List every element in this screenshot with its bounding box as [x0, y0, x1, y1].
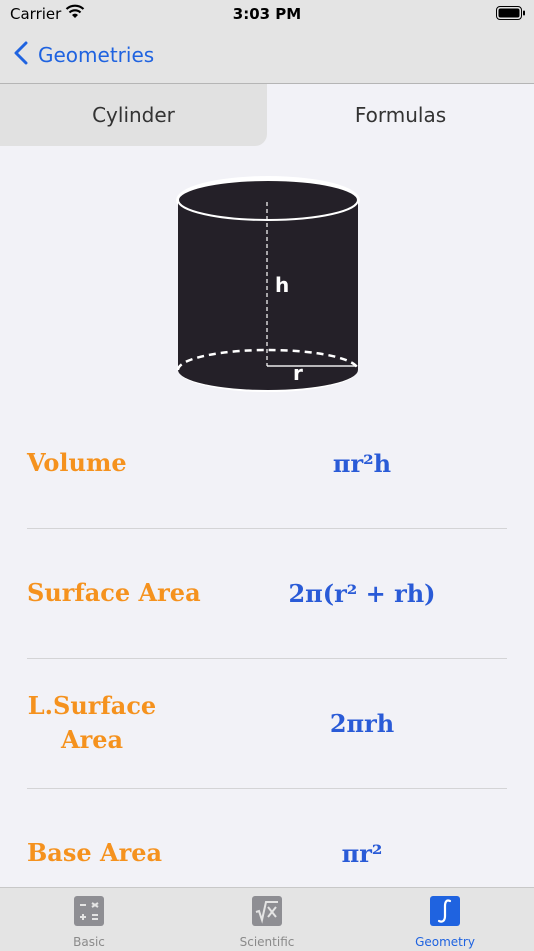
formula-expression: 2π(r² + rh)	[288, 578, 436, 608]
tab-bar: Basic Scientific Geometry	[0, 887, 534, 951]
status-bar: Carrier 3:03 PM	[0, 0, 534, 30]
tab-scientific[interactable]: Scientific	[178, 888, 356, 951]
tab-label: Basic	[73, 935, 105, 949]
cylinder-diagram: h r	[170, 170, 366, 398]
tab-formulas[interactable]: Formulas	[267, 84, 534, 146]
formula-row-surface-area: Surface Area 2π(r² + rh)	[27, 528, 507, 659]
segment-control: Cylinder Formulas	[0, 84, 534, 146]
formula-label: L.Surface Area	[27, 691, 157, 754]
formula-expression: 2πrh	[329, 708, 395, 738]
chevron-left-icon	[14, 41, 38, 70]
battery-icon	[496, 6, 526, 25]
tab-basic[interactable]: Basic	[0, 888, 178, 951]
tab-geometry[interactable]: Geometry	[356, 888, 534, 951]
navigation-bar: Geometries	[0, 30, 534, 84]
radius-label: r	[293, 361, 303, 385]
height-label: h	[275, 273, 289, 297]
tab-cylinder[interactable]: Cylinder	[0, 84, 267, 146]
clock: 3:03 PM	[232, 5, 302, 23]
calculator-icon	[74, 896, 104, 926]
formula-label: Volume	[27, 448, 127, 477]
integral-icon	[430, 896, 460, 926]
formula-expression: πr²h	[332, 448, 392, 478]
formula-row-lateral-surface-area: L.Surface Area 2πrh	[27, 658, 507, 789]
formula-row-volume: Volume πr²h	[27, 398, 507, 529]
formula-label: Surface Area	[27, 578, 201, 607]
back-button-label: Geometries	[38, 43, 155, 67]
tab-label: Scientific	[239, 935, 295, 949]
back-button[interactable]: Geometries	[14, 40, 154, 70]
tab-label: Geometry	[415, 935, 475, 949]
square-root-icon	[252, 896, 282, 926]
